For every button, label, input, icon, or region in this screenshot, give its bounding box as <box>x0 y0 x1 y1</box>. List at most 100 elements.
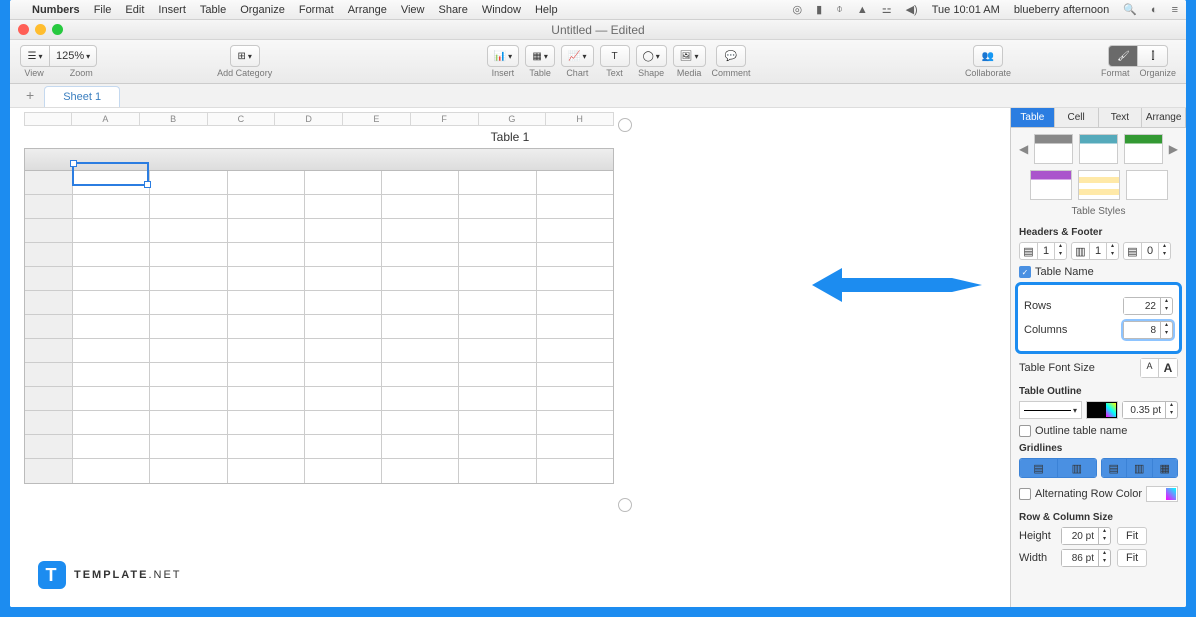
menu-insert[interactable]: Insert <box>158 4 186 16</box>
row-height-stepper[interactable]: ▴▾ <box>1061 527 1111 545</box>
outline-width-stepper[interactable]: ▴▾ <box>1122 401 1178 419</box>
tab-text[interactable]: Text <box>1099 108 1143 127</box>
table-button[interactable]: ▦▾ <box>525 45 555 67</box>
alt-row-color-select[interactable] <box>1146 486 1178 502</box>
shape-button[interactable]: ◯▾ <box>636 45 667 67</box>
media-button[interactable]: 🖼▾ <box>673 45 706 67</box>
menu-view[interactable]: View <box>401 4 425 16</box>
outline-color-select[interactable] <box>1086 401 1118 419</box>
app-menu[interactable]: Numbers <box>32 4 80 16</box>
menu-format[interactable]: Format <box>299 4 334 16</box>
col-width-stepper[interactable]: ▴▾ <box>1061 549 1111 567</box>
menu-file[interactable]: File <box>94 4 112 16</box>
col-fit-button[interactable]: Fit <box>1117 549 1147 567</box>
header-col-icon: ▥ <box>1072 243 1090 259</box>
table-style-thumb[interactable] <box>1034 134 1073 164</box>
add-category-button[interactable]: ⊞▾ <box>230 45 260 67</box>
wifi-icon[interactable]: ⚍ <box>882 3 892 16</box>
status-icon[interactable]: ◎ <box>793 3 803 16</box>
menu-organize[interactable]: Organize <box>240 4 285 16</box>
organize-button[interactable]: ⫿ <box>1138 45 1168 67</box>
sheet-tab[interactable]: Sheet 1 <box>44 86 120 107</box>
tab-table[interactable]: Table <box>1011 108 1055 127</box>
siri-icon[interactable]: ◐ <box>1151 4 1158 16</box>
spreadsheet-table[interactable] <box>24 148 614 484</box>
corner-cell[interactable] <box>24 112 72 126</box>
table-title[interactable]: Table 1 <box>10 130 1010 144</box>
row-height-input[interactable] <box>1062 528 1098 544</box>
header-row-icon: ▤ <box>1020 243 1038 259</box>
menu-share[interactable]: Share <box>438 4 467 16</box>
col-width-label: Width <box>1019 552 1055 564</box>
add-category-label: Add Category <box>217 68 272 78</box>
columns-stepper[interactable]: ▴▾ <box>1123 321 1173 339</box>
format-button[interactable]: 🖌 <box>1108 45 1138 67</box>
col-header[interactable]: A <box>72 112 140 126</box>
spotlight-icon[interactable]: 🔍 <box>1123 3 1137 16</box>
bluetooth-icon[interactable]: ⌽ <box>836 3 843 16</box>
zoom-select[interactable]: 125%▾ <box>50 45 97 67</box>
text-button[interactable]: T <box>600 45 630 67</box>
table-style-thumb[interactable] <box>1078 170 1120 200</box>
outline-table-name-checkbox[interactable] <box>1019 425 1031 437</box>
table-style-thumb[interactable] <box>1079 134 1118 164</box>
table-style-thumb[interactable] <box>1124 134 1163 164</box>
media-label: Media <box>677 68 702 78</box>
styles-prev-button[interactable]: ◀ <box>1019 142 1028 156</box>
font-size-larger-button[interactable]: A <box>1159 359 1177 377</box>
font-size-smaller-button[interactable]: A <box>1141 359 1159 377</box>
col-header[interactable]: F <box>411 112 479 126</box>
menubar-user[interactable]: blueberry afternoon <box>1014 4 1109 16</box>
col-header[interactable]: H <box>546 112 614 126</box>
notification-center-icon[interactable]: ≡ <box>1172 4 1178 16</box>
chart-button[interactable]: 📈▾ <box>561 45 593 67</box>
header-cols-stepper[interactable]: ▥1▴▾ <box>1071 242 1119 260</box>
alt-row-checkbox[interactable] <box>1019 488 1031 500</box>
menu-window[interactable]: Window <box>482 4 521 16</box>
styles-next-button[interactable]: ▶ <box>1169 142 1178 156</box>
table-style-thumb[interactable] <box>1126 170 1168 200</box>
document-title[interactable]: Untitled — Edited <box>551 23 644 37</box>
rows-input[interactable] <box>1124 298 1160 314</box>
collaborate-button[interactable]: 👥 <box>973 45 1003 67</box>
row-fit-button[interactable]: Fit <box>1117 527 1147 545</box>
add-sheet-button[interactable]: + <box>16 83 44 107</box>
col-header[interactable]: B <box>140 112 208 126</box>
col-width-input[interactable] <box>1062 550 1098 566</box>
volume-icon[interactable]: ◀) <box>906 3 918 16</box>
header-rows-stepper[interactable]: ▤1▴▾ <box>1019 242 1067 260</box>
add-column-handle[interactable] <box>618 118 632 132</box>
table-name-checkbox[interactable]: ✓ <box>1019 266 1031 278</box>
col-header[interactable]: E <box>343 112 411 126</box>
outline-style-select[interactable]: ▾ <box>1019 401 1082 419</box>
menu-arrange[interactable]: Arrange <box>348 4 387 16</box>
close-window-button[interactable] <box>18 24 29 35</box>
insert-button[interactable]: 📊▾ <box>487 45 519 67</box>
battery-icon[interactable]: ▮ <box>816 3 822 16</box>
menu-edit[interactable]: Edit <box>125 4 144 16</box>
columns-input[interactable] <box>1124 322 1160 338</box>
table-style-thumb[interactable] <box>1030 170 1072 200</box>
inspector-tabs: Table Cell Text Arrange <box>1011 108 1186 128</box>
canvas[interactable]: A B C D E F G H Table 1 <box>10 108 1010 607</box>
airplay-icon[interactable]: ▲ <box>857 4 868 16</box>
menu-table[interactable]: Table <box>200 4 226 16</box>
outline-width-input[interactable] <box>1123 402 1165 418</box>
footer-rows-stepper[interactable]: ▤0▴▾ <box>1123 242 1171 260</box>
gridlines-header-segment[interactable]: ▤▥▦ <box>1101 458 1179 478</box>
col-header[interactable]: D <box>275 112 343 126</box>
rows-stepper[interactable]: ▴▾ <box>1123 297 1173 315</box>
menu-help[interactable]: Help <box>535 4 558 16</box>
macos-menubar: Numbers File Edit Insert Table Organize … <box>10 0 1186 20</box>
menubar-clock[interactable]: Tue 10:01 AM <box>932 4 1000 16</box>
gridlines-body-segment[interactable]: ▤▥ <box>1019 458 1097 478</box>
view-button[interactable]: ☰▾ <box>20 45 50 67</box>
zoom-window-button[interactable] <box>52 24 63 35</box>
tab-arrange[interactable]: Arrange <box>1142 108 1186 127</box>
col-header[interactable]: C <box>208 112 276 126</box>
comment-button[interactable]: 💬 <box>716 45 746 67</box>
tab-cell[interactable]: Cell <box>1055 108 1099 127</box>
col-header[interactable]: G <box>479 112 547 126</box>
resize-corner-handle[interactable] <box>618 498 632 512</box>
minimize-window-button[interactable] <box>35 24 46 35</box>
